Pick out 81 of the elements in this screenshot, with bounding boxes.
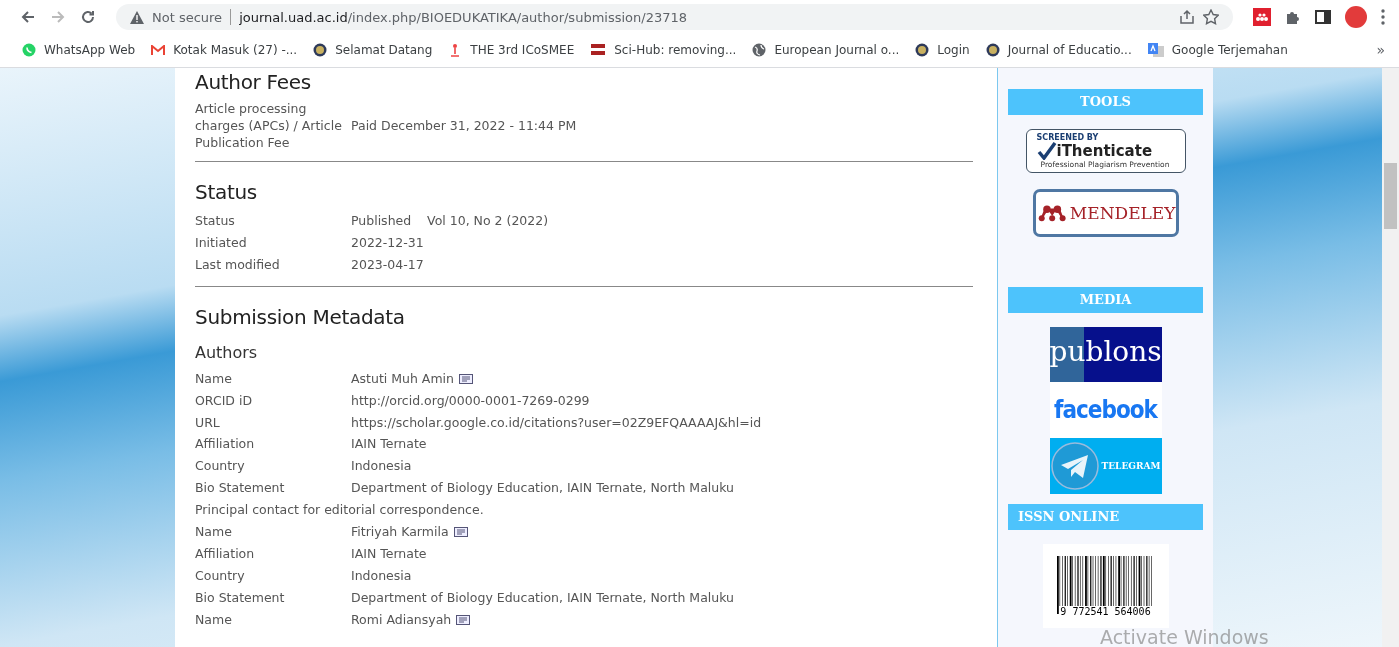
field-label: Status <box>195 212 236 230</box>
subsection-heading: Authors <box>195 342 259 362</box>
profile-avatar[interactable] <box>1345 6 1367 28</box>
chat-bubble-icon <box>22 43 36 57</box>
field-label: Country <box>195 566 246 585</box>
bookmark[interactable]: WhatsApp Web <box>22 43 136 57</box>
extension-icon[interactable] <box>1253 8 1271 26</box>
mendeley-logo[interactable]: MENDELEY <box>1032 189 1179 237</box>
field-label: Name <box>195 369 233 388</box>
envelope-icon[interactable] <box>456 614 471 625</box>
field-value: Astuti Muh Amin <box>351 369 454 388</box>
star-icon[interactable] <box>1203 9 1219 25</box>
field-value: 2023-04-17 <box>351 255 424 274</box>
field-label: Affiliation <box>195 544 256 563</box>
field-label: Affiliation <box>195 435 256 454</box>
scihub-icon <box>590 43 607 57</box>
bookmark-label: THE 3rd ICoSMEE <box>470 43 575 57</box>
sidebar-title: TOOLS <box>1008 89 1203 115</box>
field-value: Indonesia <box>351 457 412 476</box>
field-label: Bio Statement <box>195 588 286 607</box>
activation-notice: Activate Windows <box>1100 626 1269 647</box>
url-text: journal.uad.ac.id/index.php/BIOEDUKATIKA/author/submission/23718 <box>239 9 687 25</box>
field-value: Department of Biology Education, IAIN Ternate, North Maluku <box>351 479 734 498</box>
field-value: Paid December 31, 2022 - 11:44 PM <box>351 117 577 134</box>
field-label: Last modified <box>195 255 281 274</box>
field-value: Published Vol 10, No 2 (2022) <box>351 212 549 230</box>
field-value: Fitriyah Karmila <box>351 523 449 542</box>
bookmark-label: Google Terjemahan <box>1171 43 1288 57</box>
sidebar-title: ISSN ONLINE <box>1008 504 1203 530</box>
translate-icon <box>1147 43 1164 57</box>
sidebar-title: MEDIA <box>1008 287 1203 313</box>
contact-note: Principal contact for editorial correspondence. <box>195 501 485 520</box>
scrollbar[interactable] <box>1382 68 1399 647</box>
field-label: Initiated <box>195 233 248 252</box>
bookmark[interactable]: THE 3rd ICoSMEE <box>448 43 575 57</box>
field-label: Article processing charges (APCs) / Article Publication Fee <box>195 100 343 151</box>
security-label: Not secure <box>152 9 223 25</box>
envelope-icon[interactable] <box>458 373 473 384</box>
bookmark[interactable]: Google Terjemahan <box>1147 43 1288 57</box>
field-value: Indonesia <box>351 566 412 585</box>
field-label: Name <box>195 610 233 629</box>
section-heading: Submission Metadata <box>195 304 406 329</box>
field-value: http://orcid.org/0000-0001-7269-0299 <box>351 391 590 410</box>
bookmark-label: Selamat Datang <box>335 43 433 57</box>
warning-icon <box>130 10 144 24</box>
field-value: 2022-12-31 <box>351 233 424 252</box>
reload-icon[interactable] <box>80 9 96 25</box>
menu-icon[interactable] <box>1381 9 1385 25</box>
field-label: Bio Statement <box>195 479 286 498</box>
field-value: IAIN Ternate <box>351 544 427 563</box>
field-value: https://scholar.google.co.id/citations?user=02Z9EFQAAAAJ&hl=id <box>351 413 762 432</box>
address-bar[interactable]: Not secure journal.uad.ac.id/index.php/BIOEDUKATIKA/author/submission/23718 <box>116 4 1233 30</box>
mail-icon <box>151 44 166 56</box>
seal-icon <box>313 43 328 57</box>
field-label: URL <box>195 413 221 432</box>
field-value: IAIN Ternate <box>351 435 427 454</box>
bookmark-label: WhatsApp Web <box>44 43 136 57</box>
field-value: Romi Adiansyah <box>351 610 452 629</box>
back-icon[interactable] <box>20 9 36 25</box>
field-label: Name <box>195 523 233 542</box>
bookmark-label: Sci-Hub: removing... <box>614 43 737 57</box>
field-label: ORCID iD <box>195 391 253 410</box>
publons-logo[interactable]: publons <box>1049 327 1162 382</box>
envelope-icon[interactable] <box>453 527 468 537</box>
section-heading: Author Fees <box>195 70 312 94</box>
section-heading: Status <box>195 180 258 204</box>
side-panel-icon[interactable] <box>1315 9 1331 25</box>
bookmarks-overflow[interactable]: » <box>1376 42 1385 58</box>
facebook-logo[interactable]: facebook <box>1049 382 1162 438</box>
share-icon[interactable] <box>1179 9 1195 25</box>
field-value: Department of Biology Education, IAIN Ternate, North Maluku <box>351 588 734 607</box>
bookmark[interactable]: Login <box>915 43 970 57</box>
bookmark[interactable]: Selamat Datang <box>313 43 433 57</box>
field-label: Country <box>195 457 246 476</box>
globe-icon <box>752 43 767 57</box>
seal-icon <box>915 43 930 57</box>
seal-icon <box>985 43 1000 57</box>
puzzle-icon[interactable] <box>1285 9 1301 25</box>
barcode: 9 772541 564006 <box>1042 544 1169 628</box>
bookmark-label: Login <box>937 43 970 57</box>
bookmark[interactable]: Sci-Hub: removing... <box>590 43 737 57</box>
